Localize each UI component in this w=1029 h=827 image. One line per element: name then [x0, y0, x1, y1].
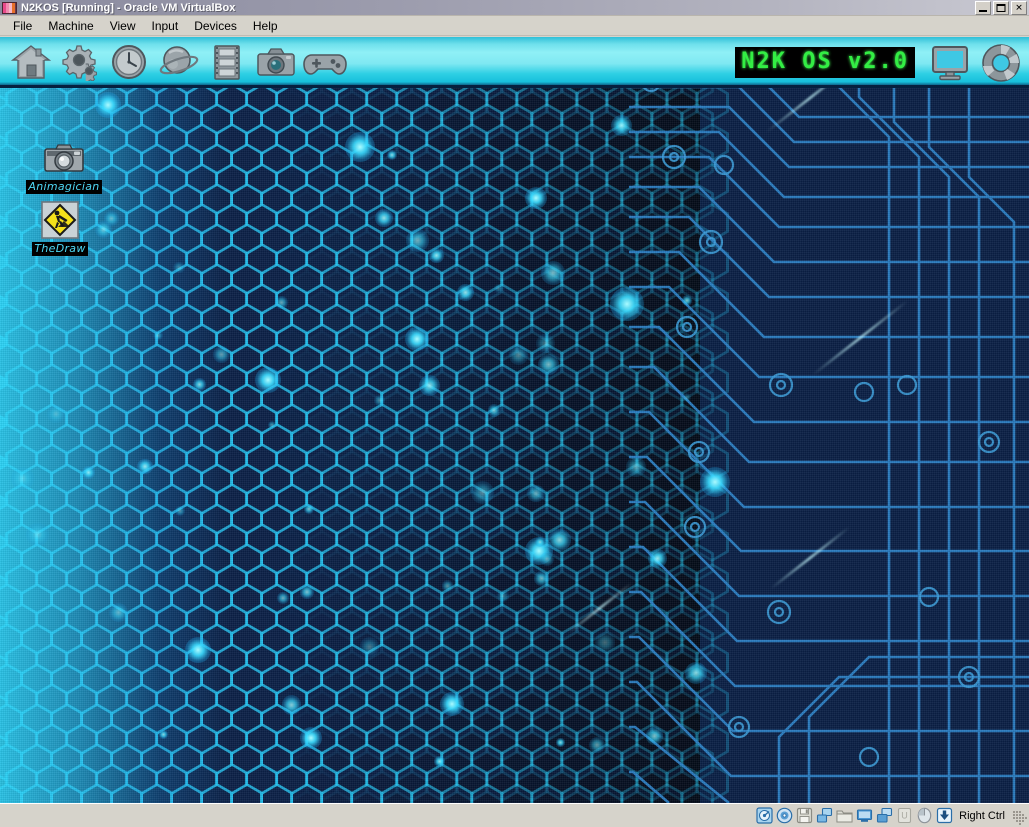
vm-guest-screen[interactable]: N2K OS v2.0 Animagician TheDraw: [0, 37, 1029, 803]
optical-disk-icon[interactable]: [776, 807, 793, 824]
status-icon-group: U: [756, 807, 953, 824]
menu-input[interactable]: Input: [144, 17, 187, 35]
menu-help[interactable]: Help: [245, 17, 286, 35]
floppy-disk-icon[interactable]: [796, 807, 813, 824]
desktop-icon-animagician[interactable]: Animagician: [14, 138, 114, 194]
gamepad-icon[interactable]: [300, 39, 349, 85]
hard-disk-icon[interactable]: [756, 807, 773, 824]
desktop-icon-label: TheDraw: [32, 242, 88, 256]
menu-view[interactable]: View: [102, 17, 144, 35]
menu-bar: File Machine View Input Devices Help: [0, 16, 1029, 36]
menu-file[interactable]: File: [5, 17, 40, 35]
monitor-icon[interactable]: [925, 40, 974, 86]
camera-icon: [41, 138, 87, 178]
maximize-button[interactable]: [993, 1, 1009, 15]
close-button[interactable]: ✕: [1011, 1, 1027, 15]
home-icon[interactable]: [6, 39, 55, 85]
lifering-icon[interactable]: [976, 40, 1025, 86]
shared-folder-icon[interactable]: [836, 807, 853, 824]
clock-icon[interactable]: [104, 39, 153, 85]
menu-machine[interactable]: Machine: [40, 17, 101, 35]
menu-devices[interactable]: Devices: [186, 17, 245, 35]
video-capture-icon[interactable]: [876, 807, 893, 824]
host-key-label: Right Ctrl: [959, 809, 1005, 822]
resize-grip[interactable]: [1011, 809, 1025, 823]
guest-toolbar-icons: [6, 38, 349, 86]
gears-icon[interactable]: [55, 39, 104, 85]
roadwork-sign-icon: [37, 200, 83, 240]
os-brand-label: N2K OS v2.0: [735, 47, 915, 78]
virtualbox-logo-icon: [2, 1, 17, 14]
guest-os-toolbar: N2K OS v2.0: [0, 37, 1029, 88]
vbox-status-bar: U Right Ctrl: [0, 803, 1029, 827]
network-icon[interactable]: [816, 807, 833, 824]
camera-icon[interactable]: [251, 39, 300, 85]
guest-toolbar-right: N2K OS v2.0: [735, 37, 1025, 88]
desktop-icon-thedraw[interactable]: TheDraw: [10, 200, 110, 256]
mouse-icon[interactable]: [916, 807, 933, 824]
minimize-button[interactable]: [975, 1, 991, 15]
display-icon[interactable]: [856, 807, 873, 824]
usb-icon[interactable]: U: [896, 807, 913, 824]
window-titlebar: N2KOS [Running] - Oracle VM VirtualBox ✕: [0, 0, 1029, 16]
window-title: N2KOS [Running] - Oracle VM VirtualBox: [21, 1, 236, 14]
planet-icon[interactable]: [153, 39, 202, 85]
desktop-icon-area: Animagician TheDraw: [0, 88, 1029, 803]
virtualbox-window: N2KOS [Running] - Oracle VM VirtualBox ✕…: [0, 0, 1029, 827]
window-controls: ✕: [975, 1, 1027, 15]
host-key-icon[interactable]: [936, 807, 953, 824]
desktop-icon-label: Animagician: [26, 180, 102, 194]
filmstrip-icon[interactable]: [202, 39, 251, 85]
svg-text:U: U: [901, 811, 908, 821]
